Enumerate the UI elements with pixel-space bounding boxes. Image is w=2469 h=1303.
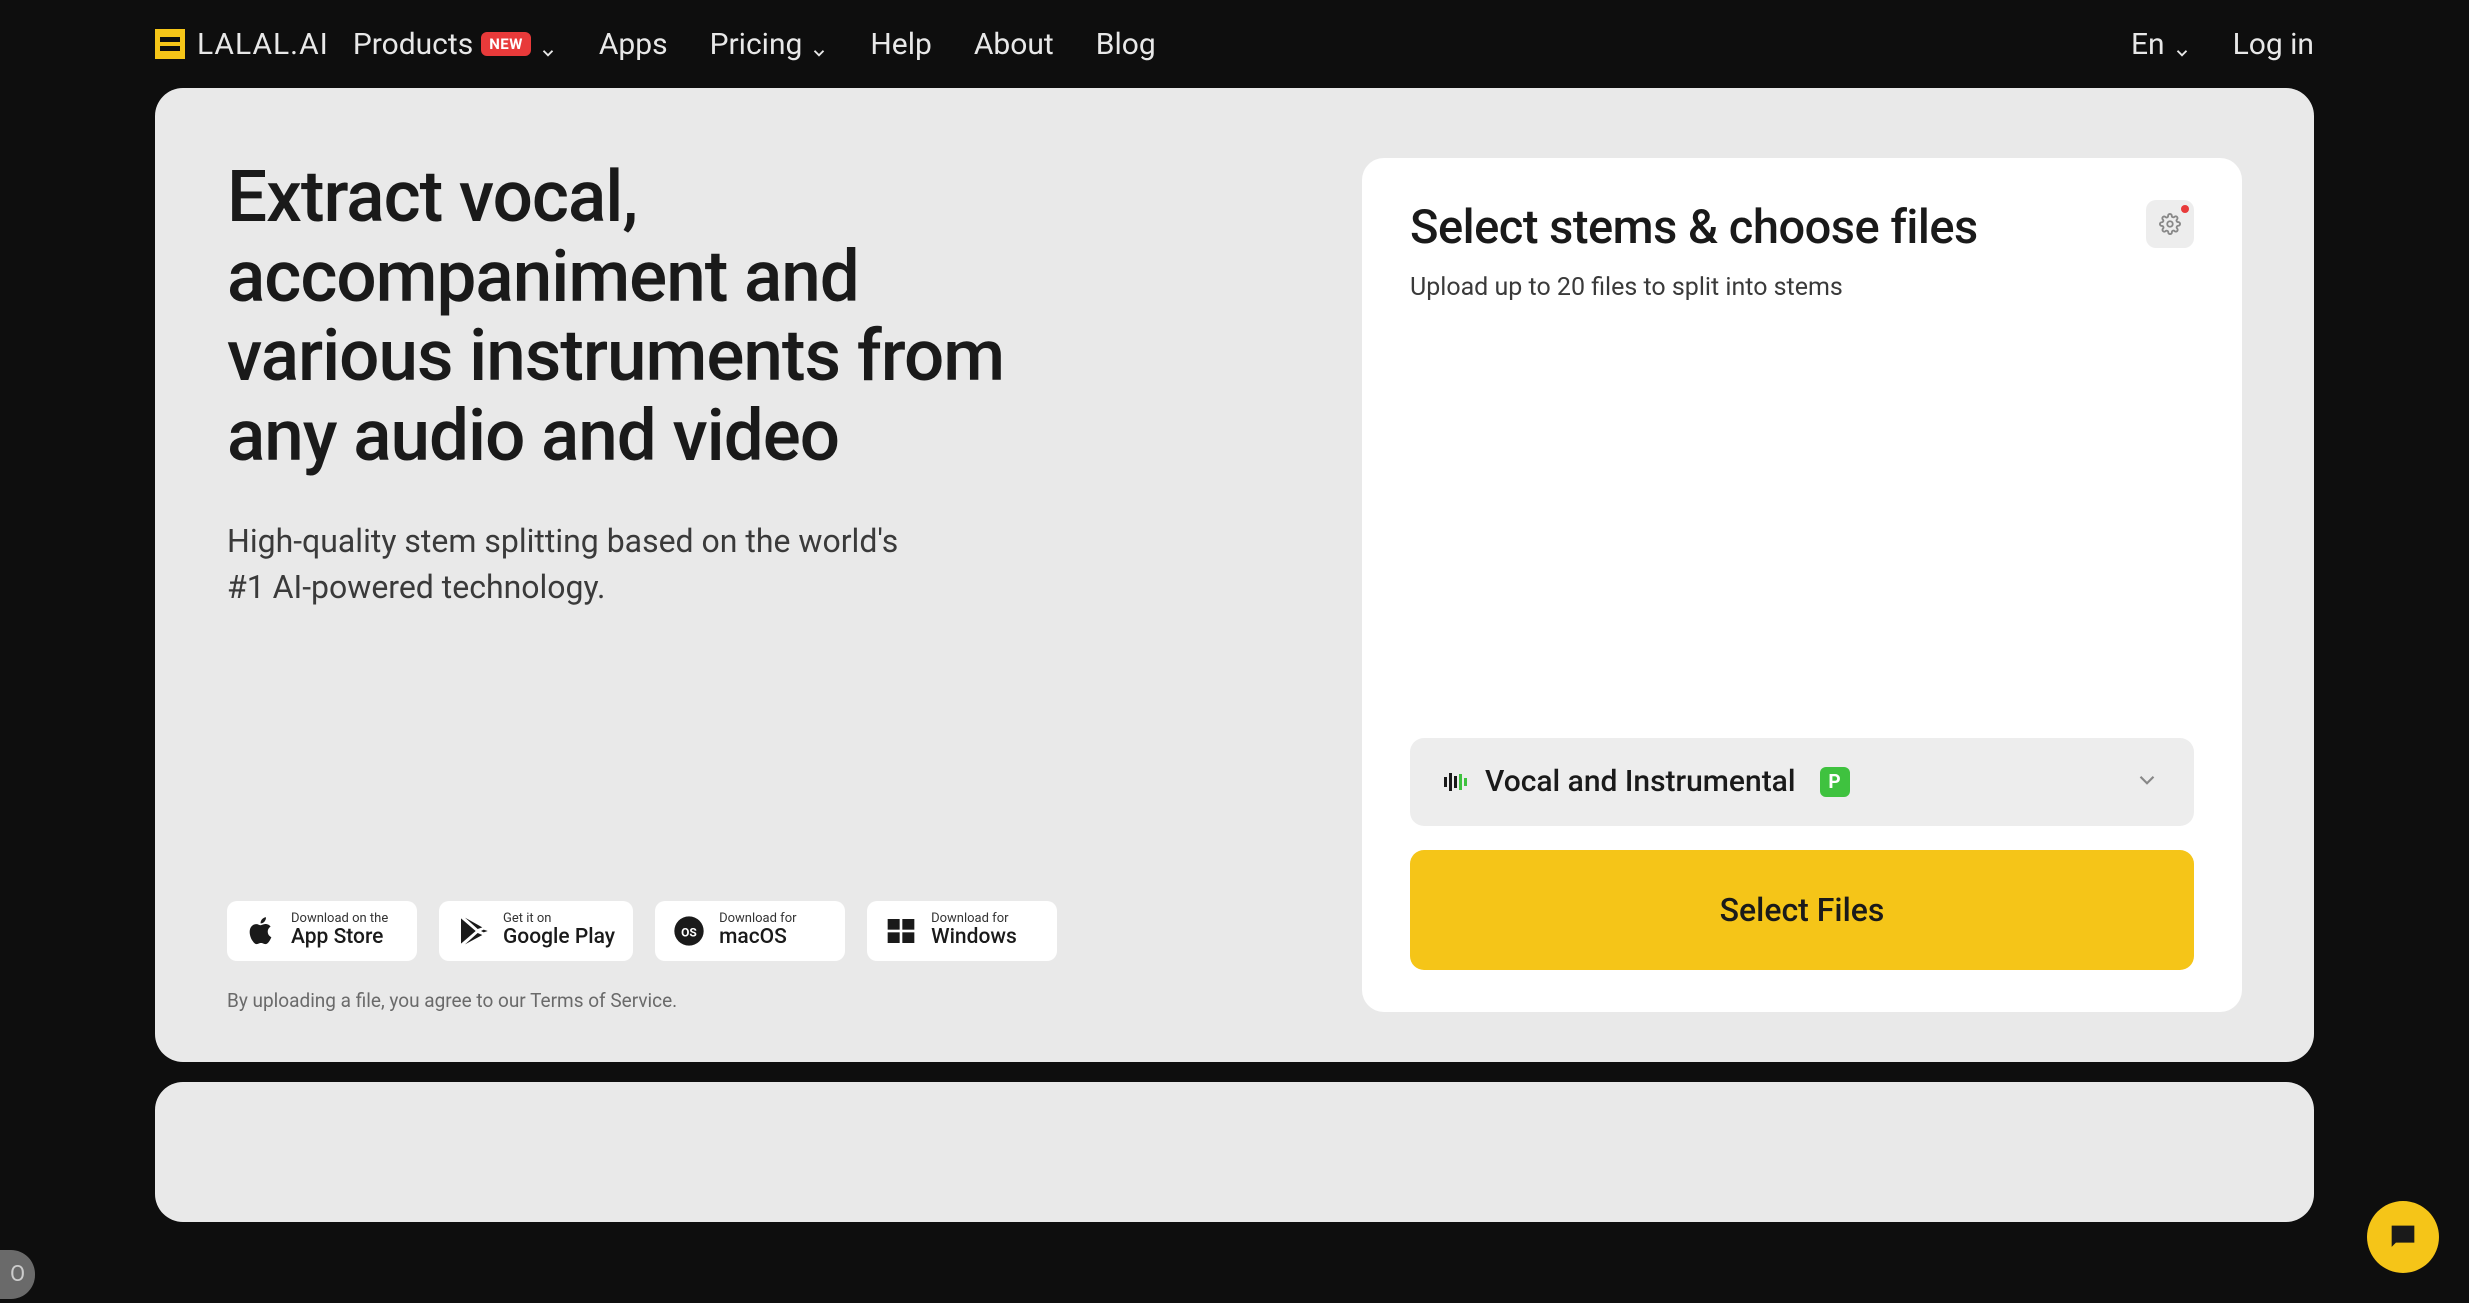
macos-icon: OS bbox=[673, 915, 705, 947]
panel-subtitle: Upload up to 20 files to split into stem… bbox=[1410, 273, 2194, 302]
gear-icon bbox=[2159, 213, 2181, 235]
nav-products-label: Products bbox=[353, 27, 473, 62]
select-files-button[interactable]: Select Files bbox=[1410, 850, 2194, 970]
site-header: LALAL.AI Products NEW Apps Pricing Help … bbox=[0, 0, 2469, 88]
dropzone[interactable] bbox=[1410, 302, 2194, 738]
waveform-icon bbox=[1444, 773, 1467, 791]
dl-big: App Store bbox=[291, 926, 388, 949]
primary-nav: Products NEW Apps Pricing Help About Blo… bbox=[353, 27, 1156, 62]
settings-button[interactable] bbox=[2146, 200, 2194, 248]
download-appstore[interactable]: Download on the App Store bbox=[227, 901, 417, 961]
terms-text: By uploading a file, you agree to our Te… bbox=[227, 989, 1322, 1012]
stem-type-select[interactable]: Vocal and Instrumental P bbox=[1410, 738, 2194, 826]
download-macos[interactable]: OS Download for macOS bbox=[655, 901, 845, 961]
next-section-card bbox=[155, 1082, 2314, 1222]
chat-icon bbox=[2386, 1220, 2420, 1254]
hero-title: Extract vocal, accompaniment and various… bbox=[227, 158, 1087, 476]
brand-logo[interactable]: LALAL.AI bbox=[155, 27, 329, 62]
login-link[interactable]: Log in bbox=[2233, 27, 2314, 62]
language-switcher[interactable]: En bbox=[2131, 27, 2191, 62]
notification-dot-icon bbox=[2181, 205, 2189, 213]
hero-subtitle: High-quality stem splitting based on the… bbox=[227, 518, 927, 611]
nav-apps[interactable]: Apps bbox=[599, 27, 668, 62]
nav-blog[interactable]: Blog bbox=[1096, 27, 1156, 62]
download-windows[interactable]: Download for Windows bbox=[867, 901, 1057, 961]
brand-name: LALAL.AI bbox=[197, 27, 329, 62]
dl-small: Download on the bbox=[291, 912, 388, 926]
apple-icon bbox=[245, 915, 277, 947]
nav-about[interactable]: About bbox=[974, 27, 1054, 62]
side-tab[interactable]: O bbox=[0, 1250, 35, 1299]
hero-card: Extract vocal, accompaniment and various… bbox=[155, 88, 2314, 1062]
hero-left-column: Extract vocal, accompaniment and various… bbox=[227, 158, 1322, 1012]
panel-title: Select stems & choose files bbox=[1410, 200, 1978, 255]
chevron-down-icon bbox=[2173, 35, 2191, 53]
panel-header: Select stems & choose files bbox=[1410, 200, 2194, 255]
terms-link[interactable]: Terms of Service bbox=[530, 989, 672, 1012]
chat-widget-button[interactable] bbox=[2367, 1201, 2439, 1273]
chevron-down-icon bbox=[810, 35, 828, 53]
nav-pricing[interactable]: Pricing bbox=[710, 27, 829, 62]
download-googleplay[interactable]: Get it on Google Play bbox=[439, 901, 633, 961]
upload-panel: Select stems & choose files Upload up to… bbox=[1362, 158, 2242, 1012]
chevron-down-icon bbox=[2134, 767, 2160, 797]
brand-logo-mark bbox=[155, 29, 185, 59]
nav-help[interactable]: Help bbox=[870, 27, 931, 62]
googleplay-icon bbox=[457, 915, 489, 947]
svg-text:OS: OS bbox=[681, 925, 697, 939]
download-badges-row: Download on the App Store Get it on Goog… bbox=[227, 611, 1322, 961]
nav-products[interactable]: Products NEW bbox=[353, 27, 557, 62]
premium-badge-icon: P bbox=[1820, 767, 1850, 797]
windows-icon bbox=[885, 915, 917, 947]
stem-select-label: Vocal and Instrumental bbox=[1485, 764, 1796, 799]
header-right: En Log in bbox=[2131, 27, 2314, 62]
chevron-down-icon bbox=[539, 35, 557, 53]
new-badge: NEW bbox=[481, 32, 531, 56]
